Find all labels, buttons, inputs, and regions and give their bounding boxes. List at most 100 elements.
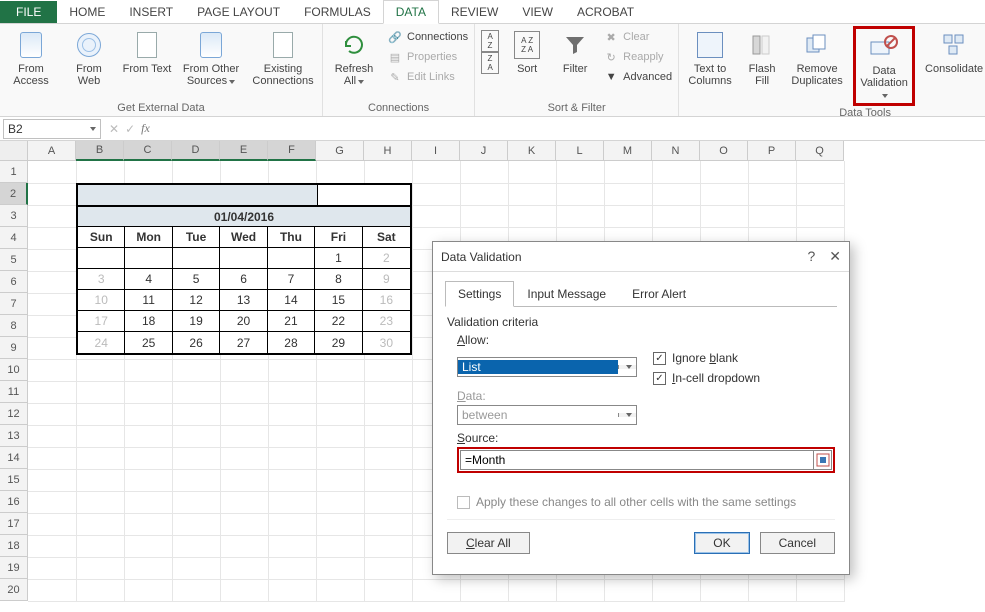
clear-button[interactable]: ✖Clear <box>603 28 672 46</box>
name-box[interactable]: B2 <box>3 119 101 139</box>
tab-data[interactable]: DATA <box>383 0 439 24</box>
connections-button[interactable]: 🔗Connections <box>387 28 468 46</box>
tab-settings[interactable]: Settings <box>445 281 514 307</box>
tab-insert[interactable]: INSERT <box>117 1 185 23</box>
sort-button[interactable]: A ZZ ASort <box>507 26 547 75</box>
column-header[interactable]: Q <box>796 141 844 161</box>
row-header[interactable]: 14 <box>0 447 28 469</box>
help-button[interactable]: ? <box>807 248 815 265</box>
row-header[interactable]: 8 <box>0 315 28 337</box>
flash-fill-button[interactable]: Flash Fill <box>743 26 781 87</box>
column-header[interactable]: N <box>652 141 700 161</box>
column-header[interactable]: P <box>748 141 796 161</box>
row-header[interactable]: 2 <box>0 183 28 205</box>
row-header[interactable]: 3 <box>0 205 28 227</box>
calendar-cell: 12 <box>173 290 220 311</box>
reapply-button[interactable]: ↻Reapply <box>603 48 672 66</box>
ok-button[interactable]: OK <box>694 532 749 554</box>
tab-home[interactable]: HOME <box>57 1 117 23</box>
chevron-down-icon <box>229 80 235 84</box>
row-header[interactable]: 1 <box>0 161 28 183</box>
column-header[interactable]: J <box>460 141 508 161</box>
tab-input-message[interactable]: Input Message <box>514 281 619 307</box>
row-header[interactable]: 15 <box>0 469 28 491</box>
tab-formulas[interactable]: FORMULAS <box>292 1 383 23</box>
allow-combo[interactable]: List <box>457 357 637 377</box>
clear-all-button[interactable]: Clear All <box>447 532 530 554</box>
column-header[interactable]: K <box>508 141 556 161</box>
column-header[interactable]: I <box>412 141 460 161</box>
calendar-cell: 25 <box>125 332 172 353</box>
row-header[interactable]: 11 <box>0 381 28 403</box>
column-header[interactable]: O <box>700 141 748 161</box>
edit-links-icon: ✎ <box>387 69 403 85</box>
close-button[interactable]: ✕ <box>829 248 841 265</box>
row-header[interactable]: 18 <box>0 535 28 557</box>
row-header[interactable]: 6 <box>0 271 28 293</box>
from-other-sources-button[interactable]: From Other Sources <box>180 26 242 87</box>
row-header[interactable]: 12 <box>0 403 28 425</box>
calendar-widget: 01/04/2016 SunMonTueWedThuFriSat 1234567… <box>76 183 412 355</box>
advanced-button[interactable]: ▼Advanced <box>603 68 672 86</box>
column-header[interactable]: D <box>172 141 220 161</box>
text-to-columns-button[interactable]: Text to Columns <box>685 26 735 87</box>
row-header[interactable]: 4 <box>0 227 28 249</box>
formula-input[interactable] <box>164 119 985 139</box>
column-header[interactable]: G <box>316 141 364 161</box>
row-header[interactable]: 7 <box>0 293 28 315</box>
column-header[interactable]: C <box>124 141 172 161</box>
accept-formula-icon[interactable]: ✓ <box>125 122 135 136</box>
source-input[interactable] <box>461 451 813 469</box>
refresh-icon <box>338 29 370 61</box>
calendar-day-header: Wed <box>220 227 267 248</box>
select-all-corner[interactable] <box>0 141 28 161</box>
tab-acrobat[interactable]: ACROBAT <box>565 1 646 23</box>
from-access-button[interactable]: From Access <box>6 26 56 87</box>
column-header[interactable]: A <box>28 141 76 161</box>
row-header[interactable]: 20 <box>0 579 28 601</box>
data-validation-button[interactable]: Data Validation <box>853 26 915 106</box>
text-to-columns-icon <box>697 32 723 58</box>
ignore-blank-checkbox[interactable]: ✓Ignore blank <box>653 351 760 365</box>
from-web-button[interactable]: From Web <box>64 26 114 87</box>
column-header[interactable]: B <box>76 141 124 161</box>
tab-page-layout[interactable]: PAGE LAYOUT <box>185 1 292 23</box>
sort-asc-button[interactable]: AZ <box>481 32 499 50</box>
tab-file[interactable]: FILE <box>0 1 57 23</box>
calendar-day-header: Thu <box>268 227 315 248</box>
column-header[interactable]: F <box>268 141 316 161</box>
column-header[interactable]: E <box>220 141 268 161</box>
tab-error-alert[interactable]: Error Alert <box>619 281 699 307</box>
row-header[interactable]: 5 <box>0 249 28 271</box>
from-text-button[interactable]: From Text <box>122 26 172 75</box>
edit-links-button[interactable]: ✎Edit Links <box>387 68 468 86</box>
range-selector-icon[interactable] <box>813 451 831 469</box>
column-header[interactable]: H <box>364 141 412 161</box>
tab-review[interactable]: REVIEW <box>439 1 510 23</box>
column-header[interactable]: L <box>556 141 604 161</box>
in-cell-dropdown-checkbox[interactable]: ✓In-cell dropdown <box>653 371 760 385</box>
existing-connections-button[interactable]: Existing Connections <box>250 26 316 87</box>
remove-duplicates-button[interactable]: Remove Duplicates <box>789 26 845 87</box>
cancel-formula-icon[interactable]: ✕ <box>109 122 119 136</box>
row-header[interactable]: 9 <box>0 337 28 359</box>
chevron-down-icon[interactable] <box>618 365 636 369</box>
properties-button[interactable]: ▤Properties <box>387 48 468 66</box>
group-sort-filter: AZ ZA A ZZ ASort Filter ✖Clear ↻Reapply … <box>475 24 679 116</box>
filter-button[interactable]: Filter <box>555 26 595 75</box>
row-header[interactable]: 17 <box>0 513 28 535</box>
row-header[interactable]: 10 <box>0 359 28 381</box>
row-header[interactable]: 19 <box>0 557 28 579</box>
flash-fill-icon <box>746 29 778 61</box>
row-header[interactable]: 13 <box>0 425 28 447</box>
tab-view[interactable]: VIEW <box>510 1 565 23</box>
consolidate-button[interactable]: Consolidate <box>923 26 985 75</box>
calendar-day-header: Fri <box>315 227 362 248</box>
column-header[interactable]: M <box>604 141 652 161</box>
sort-desc-button[interactable]: ZA <box>481 54 499 72</box>
row-header[interactable]: 16 <box>0 491 28 513</box>
cancel-button[interactable]: Cancel <box>760 532 835 554</box>
refresh-all-button[interactable]: Refresh All <box>329 26 379 87</box>
link-icon: 🔗 <box>387 29 403 45</box>
fx-icon[interactable]: fx <box>141 121 158 136</box>
